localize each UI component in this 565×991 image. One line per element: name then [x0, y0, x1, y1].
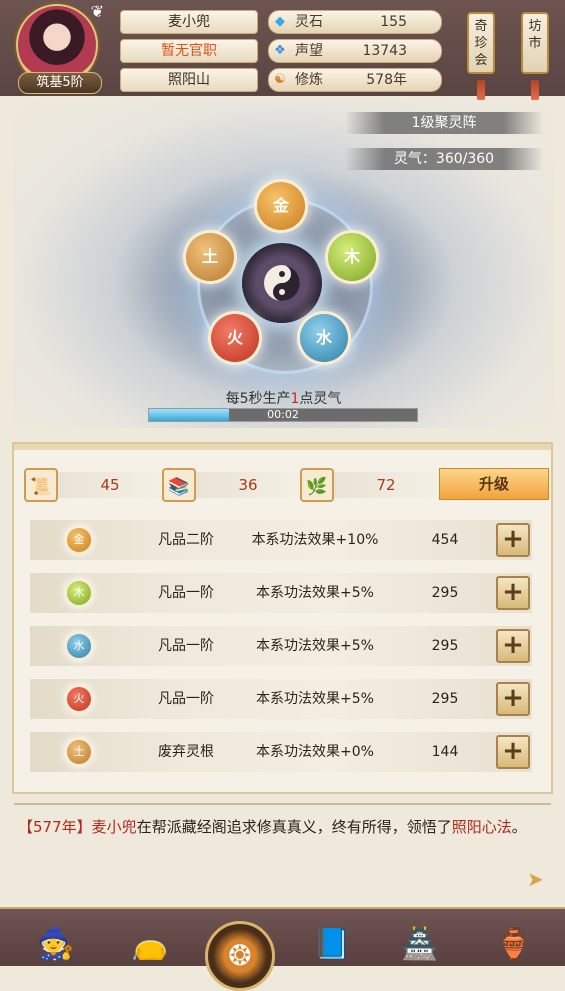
gold-element-icon: 金	[67, 528, 91, 552]
upgrade-button[interactable]: 升级	[439, 468, 549, 500]
gold-element-orb[interactable]: 金	[257, 182, 305, 230]
cultivation-icon: ☯	[274, 72, 286, 87]
production-prefix: 每5秒生产	[225, 391, 291, 407]
root-row-gold: 金 凡品二阶 本系功法效果+10% 454 +	[30, 520, 532, 560]
root-cost: 144	[431, 744, 459, 760]
log-bracket: 】	[76, 818, 92, 836]
qi-value: 360/360	[435, 151, 495, 167]
treasure-button[interactable]: 奇珍会	[467, 12, 495, 74]
earth-element-icon: 土	[67, 740, 91, 764]
resource-value: 45	[58, 472, 162, 498]
earth-element-orb[interactable]: 土	[186, 233, 234, 281]
log-bracket: 【	[18, 818, 34, 836]
resource-value: 72	[334, 472, 438, 498]
log-skill: 照阳心法	[451, 818, 512, 836]
realm-badge: 筑基5阶	[18, 72, 102, 94]
resource-value: 36	[196, 472, 300, 498]
spirit-formation: 1级聚灵阵 灵气：360/360 金 土 木 火 水 每5秒生产1点灵气 00:…	[14, 100, 553, 428]
scroll-icon[interactable]: 📜	[24, 468, 58, 502]
nav-cultivate-icon[interactable]: ❂	[205, 921, 275, 991]
root-effect: 本系功法效果+10%	[251, 532, 379, 548]
stat-reputation: ❖ 声望 13743	[268, 39, 442, 63]
log-expand-arrow-icon[interactable]: ➤	[527, 867, 544, 891]
wood-element-icon: 木	[67, 581, 91, 605]
nav-book-icon[interactable]: 📘	[310, 923, 354, 967]
nav-sect-icon[interactable]: 🏯	[398, 923, 442, 967]
market-button[interactable]: 坊市	[521, 12, 549, 74]
avatar-container[interactable]: ❦ 筑基5阶	[12, 2, 104, 94]
spirit-root-panel: 📜 45 📚 36 🌿 72 升级 金 凡品二阶 本系功法效果+10% 454 …	[12, 442, 553, 794]
herb-icon[interactable]: 🌿	[300, 468, 334, 502]
qi-display: 灵气：360/360	[345, 148, 543, 170]
log-end: 。	[511, 818, 527, 836]
nav-gourd-icon[interactable]: 🏺	[492, 923, 536, 967]
log-player-name: 麦小兜	[91, 818, 137, 836]
root-cost: 295	[431, 585, 459, 601]
nav-bag-icon[interactable]: 👝	[128, 923, 172, 967]
reputation-icon: ❖	[274, 43, 286, 58]
production-rate: 每5秒生产1点灵气	[14, 388, 553, 408]
player-stats: ◆ 灵石 155 ❖ 声望 13743 ☯ 修炼 578年	[268, 10, 442, 97]
yin-yang-icon	[264, 265, 300, 301]
stat-value: 13743	[362, 43, 407, 59]
top-bar: ❦ 筑基5阶 麦小兜 暂无官职 照阳山 ◆ 灵石 155 ❖ 声望 13743 …	[0, 0, 565, 102]
root-effect: 本系功法效果+5%	[256, 638, 374, 654]
tassel-decoration	[477, 80, 485, 102]
stat-label: 修炼	[295, 72, 323, 88]
production-suffix: 点灵气	[299, 391, 342, 407]
event-log: 【577年】麦小兜在帮派藏经阁追求修真真义，终有所得，领悟了照阳心法。	[18, 815, 548, 839]
spirit-stone-icon: ◆	[275, 14, 285, 29]
add-earth-button[interactable]: +	[496, 735, 530, 769]
root-effect: 本系功法效果+5%	[256, 585, 374, 601]
add-water-button[interactable]: +	[496, 629, 530, 663]
water-element-icon: 水	[67, 634, 91, 658]
progress-timer: 00:02	[267, 408, 299, 421]
root-grade: 凡品一阶	[158, 638, 214, 654]
root-row-earth: 土 废弃灵根 本系功法效果+0% 144 +	[30, 732, 532, 772]
nav-character-icon[interactable]: 🧙	[34, 923, 78, 967]
log-text: 在帮派藏经阁追求修真真义，终有所得，领悟了	[136, 818, 452, 836]
bottom-nav: 🧙 👝 ❂ 📘 🏯 🏺	[0, 907, 565, 991]
taiji-center[interactable]	[242, 243, 322, 323]
stat-value: 155	[380, 14, 407, 30]
qi-label: 灵气：	[393, 151, 436, 167]
player-info: 麦小兜 暂无官职 照阳山	[120, 10, 258, 97]
wood-element-orb[interactable]: 木	[328, 233, 376, 281]
stat-label: 声望	[295, 43, 323, 59]
player-title[interactable]: 暂无官职	[120, 39, 258, 63]
root-row-water: 水 凡品一阶 本系功法效果+5% 295 +	[30, 626, 532, 666]
add-fire-button[interactable]: +	[496, 682, 530, 716]
root-cost: 295	[431, 638, 459, 654]
panel-trim	[14, 444, 551, 450]
root-grade: 凡品二阶	[158, 532, 214, 548]
stat-label: 灵石	[295, 14, 323, 30]
root-grade: 废弃灵根	[158, 744, 214, 760]
root-row-fire: 火 凡品一阶 本系功法效果+5% 295 +	[30, 679, 532, 719]
add-wood-button[interactable]: +	[496, 576, 530, 610]
fire-element-icon: 火	[67, 687, 91, 711]
divider	[14, 803, 551, 805]
player-location[interactable]: 照阳山	[120, 68, 258, 92]
stat-spirit-stone: ◆ 灵石 155	[268, 10, 442, 34]
root-effect: 本系功法效果+5%	[256, 691, 374, 707]
production-progress-bar: 00:02	[148, 408, 418, 422]
stat-cultivation: ☯ 修炼 578年	[268, 68, 442, 92]
water-element-orb[interactable]: 水	[300, 314, 348, 362]
add-gold-button[interactable]: +	[496, 523, 530, 557]
player-name: 麦小兜	[120, 10, 258, 34]
root-grade: 凡品一阶	[158, 691, 214, 707]
root-cost: 295	[431, 691, 459, 707]
root-effect: 本系功法效果+0%	[256, 744, 374, 760]
root-cost: 454	[431, 532, 459, 548]
tassel-decoration	[531, 80, 539, 102]
root-row-wood: 木 凡品一阶 本系功法效果+5% 295 +	[30, 573, 532, 613]
root-grade: 凡品一阶	[158, 585, 214, 601]
log-year: 577年	[33, 818, 77, 836]
butterfly-icon: ❦	[90, 2, 104, 21]
formation-level: 1级聚灵阵	[345, 112, 543, 134]
stat-value: 578年	[366, 72, 407, 88]
book-stack-icon[interactable]: 📚	[162, 468, 196, 502]
fire-element-orb[interactable]: 火	[211, 314, 259, 362]
